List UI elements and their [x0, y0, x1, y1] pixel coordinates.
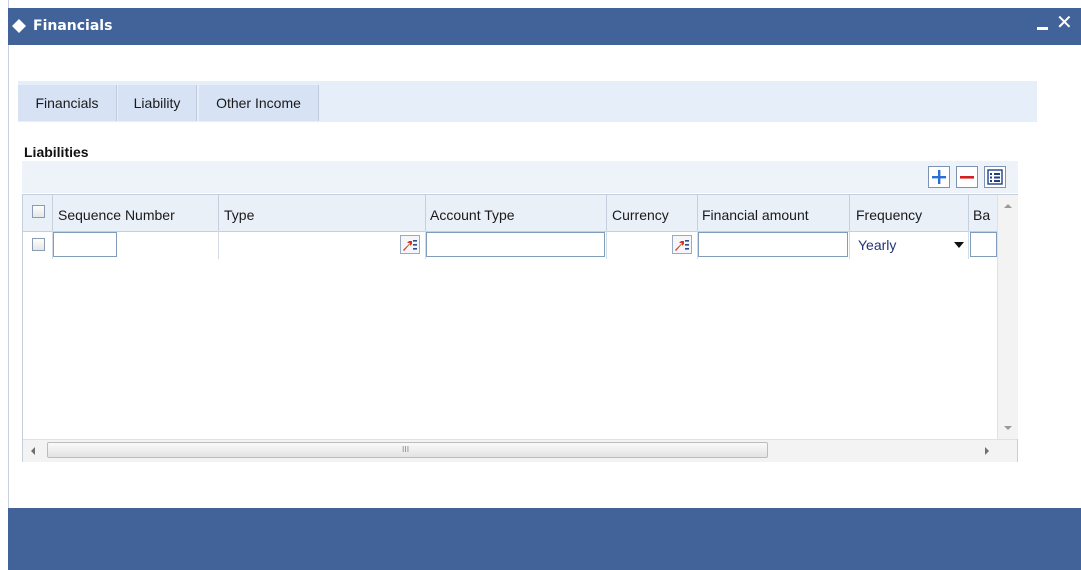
view-row-button[interactable]	[984, 166, 1006, 188]
frequency-select[interactable]: Yearly	[855, 231, 969, 258]
section-title: Liabilities	[24, 144, 89, 160]
horizontal-scrollbar[interactable]: III	[23, 439, 1017, 462]
column-header-balance[interactable]: Ba	[973, 195, 997, 231]
lookup-icon	[403, 240, 417, 251]
window-title: Financials	[33, 18, 113, 34]
scroll-grip: III	[402, 445, 410, 454]
footer-bar	[8, 508, 1081, 570]
horizontal-scroll-thumb[interactable]: III	[47, 442, 768, 458]
tab-other-income[interactable]: Other Income	[199, 85, 319, 121]
column-header-financial-amount[interactable]: Financial amount	[702, 195, 852, 231]
column-header-frequency[interactable]: Frequency	[856, 195, 966, 231]
column-header-sequence-number[interactable]: Sequence Number	[58, 195, 218, 231]
add-row-button[interactable]	[928, 166, 950, 188]
delete-row-button[interactable]	[956, 166, 978, 188]
column-header-account-type[interactable]: Account Type	[430, 195, 600, 231]
close-icon: ✕	[1056, 10, 1073, 34]
grid-header: Sequence Number Type Account Type Curren…	[23, 195, 997, 232]
tab-label: Other Income	[216, 95, 301, 111]
tab-label: Liability	[133, 95, 181, 111]
tab-bar: Financials Liability Other Income	[18, 81, 1037, 122]
financial-amount-input[interactable]	[698, 232, 848, 257]
currency-lookup-button[interactable]	[672, 235, 692, 254]
currency-input[interactable]	[607, 232, 669, 257]
financials-window: Financials ✕ Financials Liability Other …	[0, 0, 1081, 570]
diamond-icon	[12, 19, 26, 33]
liabilities-grid: Sequence Number Type Account Type Curren…	[22, 194, 1018, 462]
column-header-type[interactable]: Type	[224, 195, 424, 231]
scroll-right-icon	[985, 447, 989, 455]
title-bar: Financials ✕	[8, 8, 1081, 45]
type-lookup-button[interactable]	[400, 235, 420, 254]
vertical-scrollbar[interactable]	[997, 195, 1018, 439]
tab-liability[interactable]: Liability	[118, 85, 197, 121]
window-left-edge	[0, 0, 9, 570]
list-view-icon	[987, 169, 1003, 185]
grid-toolbar	[22, 161, 1018, 193]
scroll-down-icon	[1004, 426, 1012, 430]
plus-icon	[932, 170, 946, 184]
close-button[interactable]: ✕	[1056, 12, 1074, 34]
row-select-checkbox[interactable]	[32, 238, 45, 251]
chevron-down-icon	[954, 242, 964, 248]
minus-icon	[960, 176, 974, 179]
select-all-checkbox[interactable]	[32, 205, 45, 218]
type-input[interactable]	[219, 232, 397, 257]
tab-label: Financials	[35, 95, 99, 111]
column-header-currency[interactable]: Currency	[612, 195, 692, 231]
scroll-left-icon	[31, 447, 35, 455]
scroll-up-icon	[1004, 204, 1012, 208]
account-type-input[interactable]	[426, 232, 605, 257]
tab-financials[interactable]: Financials	[18, 85, 117, 121]
sequence-number-input[interactable]	[53, 232, 117, 257]
frequency-value: Yearly	[858, 237, 897, 253]
balance-input[interactable]	[970, 232, 997, 257]
table-row	[23, 231, 997, 259]
minimize-button[interactable]	[1035, 15, 1051, 35]
lookup-icon	[675, 240, 689, 251]
